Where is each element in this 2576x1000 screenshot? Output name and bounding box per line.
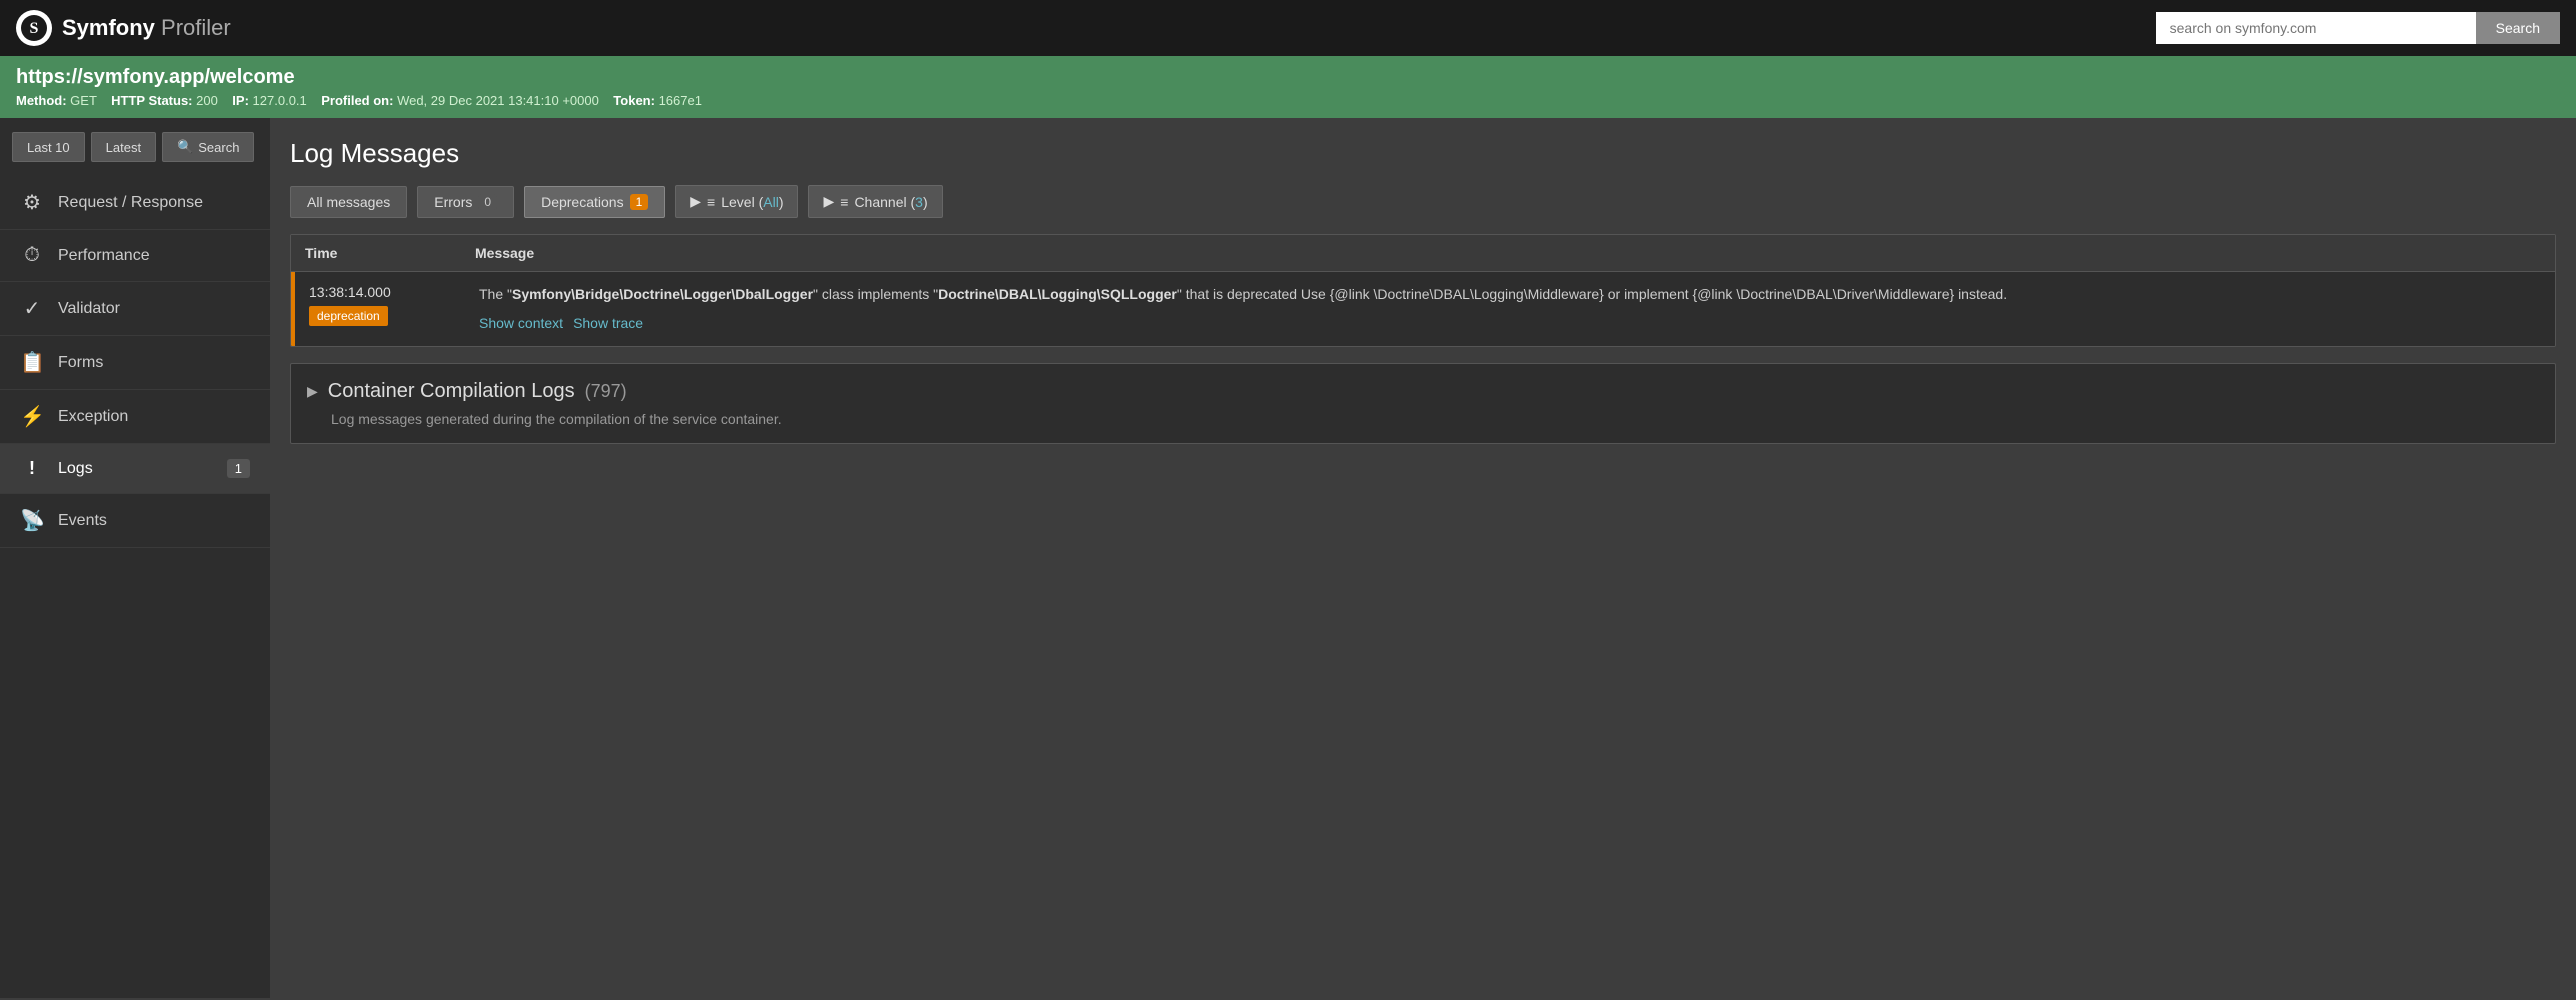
last10-button[interactable]: Last 10 — [12, 132, 85, 162]
header-left: S Symfony Profiler — [16, 10, 231, 46]
token-label: Token: — [613, 93, 655, 108]
equals-icon: ≡ — [707, 194, 715, 210]
col-message-header: Message — [475, 245, 2541, 261]
sidebar-item-label: Forms — [58, 354, 250, 372]
sidebar-nav: ⚙ Request / Response ⏱ Performance ✓ Val… — [0, 176, 270, 548]
body-layout: Last 10 Latest 🔍 Search ⚙ Request / Resp… — [0, 118, 2576, 998]
level-label: Level (All) — [721, 194, 783, 210]
sidebar-item-label: Performance — [58, 247, 250, 265]
page-title: Log Messages — [290, 138, 2556, 169]
deprecations-label: Deprecations — [541, 194, 624, 210]
gear-icon: ⚙ — [20, 190, 44, 215]
errors-count: 0 — [478, 194, 497, 210]
channel-dropdown[interactable]: ▶ ≡ Channel (3) — [808, 185, 942, 218]
sidebar-item-label: Exception — [58, 408, 250, 426]
filter-bar: All messages Errors 0 Deprecations 1 ▶ ≡… — [290, 185, 2556, 218]
log-table: Time Message 13:38:14.000 deprecation Th… — [290, 234, 2556, 347]
channel-value: 3 — [915, 194, 923, 210]
request-meta: Method: GET HTTP Status: 200 IP: 127.0.0… — [16, 93, 2560, 108]
deprecations-button[interactable]: Deprecations 1 — [524, 186, 665, 218]
search-button-sidebar[interactable]: 🔍 Search — [162, 132, 254, 162]
header: S Symfony Profiler Search — [0, 0, 2576, 56]
level-dropdown[interactable]: ▶ ≡ Level (All) — [675, 185, 798, 218]
triangle-icon-2: ▶ — [823, 193, 834, 210]
sidebar-item-label: Events — [58, 512, 250, 530]
sidebar-top-buttons: Last 10 Latest 🔍 Search — [0, 118, 270, 176]
log-message-links: Show context Show trace — [479, 313, 2541, 334]
exception-icon: ⚡ — [20, 404, 44, 429]
deprecations-count: 1 — [630, 194, 649, 210]
sidebar-item-events[interactable]: 📡 Events — [0, 494, 270, 548]
equals-icon-2: ≡ — [840, 194, 848, 210]
sidebar-item-label: Request / Response — [58, 194, 250, 212]
sidebar: Last 10 Latest 🔍 Search ⚙ Request / Resp… — [0, 118, 270, 998]
logs-badge: 1 — [227, 459, 250, 478]
events-icon: 📡 — [20, 508, 44, 533]
errors-label: Errors — [434, 194, 472, 210]
sidebar-item-request-response[interactable]: ⚙ Request / Response — [0, 176, 270, 230]
log-table-header: Time Message — [291, 235, 2555, 272]
log-message-text: The "Symfony\Bridge\Doctrine\Logger\Dbal… — [479, 284, 2541, 305]
sidebar-item-label: Logs — [58, 460, 213, 478]
search-input[interactable] — [2156, 12, 2476, 44]
request-url: https://symfony.app/welcome — [16, 66, 2560, 89]
compilation-section: ▶ Container Compilation Logs (797) Log m… — [290, 363, 2556, 444]
symfony-logo-icon: S — [16, 10, 52, 46]
log-time-value: 13:38:14.000 — [309, 284, 451, 300]
profiled-label: Profiled on: — [321, 93, 393, 108]
search-label: Search — [198, 140, 239, 155]
svg-text:S: S — [30, 20, 39, 37]
sidebar-item-logs[interactable]: ! Logs 1 — [0, 444, 270, 494]
clock-icon: ⏱ — [20, 244, 44, 267]
compilation-description: Log messages generated during the compil… — [331, 411, 2539, 427]
show-trace-link[interactable]: Show trace — [573, 313, 643, 334]
main-content: Log Messages All messages Errors 0 Depre… — [270, 118, 2576, 998]
channel-label: Channel (3) — [854, 194, 927, 210]
sidebar-item-validator[interactable]: ✓ Validator — [0, 282, 270, 336]
sidebar-item-forms[interactable]: 📋 Forms — [0, 336, 270, 390]
latest-button[interactable]: Latest — [91, 132, 156, 162]
url-bar: https://symfony.app/welcome Method: GET … — [0, 56, 2576, 118]
header-search: Search — [2156, 12, 2560, 44]
compilation-count: (797) — [585, 381, 627, 402]
method-label: Method: — [16, 93, 67, 108]
token-value: 1667e1 — [659, 93, 702, 108]
level-value: All — [763, 194, 779, 210]
search-button[interactable]: Search — [2476, 12, 2560, 44]
compilation-header: ▶ Container Compilation Logs (797) — [307, 380, 2539, 403]
class-name-2: Doctrine\DBAL\Logging\SQLLogger — [938, 286, 1177, 302]
status-label: HTTP Status: — [111, 93, 192, 108]
forms-icon: 📋 — [20, 350, 44, 375]
deprecation-badge: deprecation — [309, 306, 388, 326]
logs-icon: ! — [20, 458, 44, 479]
collapse-icon[interactable]: ▶ — [307, 383, 318, 400]
ip-value: 127.0.0.1 — [253, 93, 307, 108]
sidebar-item-exception[interactable]: ⚡ Exception — [0, 390, 270, 444]
check-icon: ✓ — [20, 296, 44, 321]
sidebar-item-performance[interactable]: ⏱ Performance — [0, 230, 270, 282]
col-time-header: Time — [305, 245, 475, 261]
log-message-cell: The "Symfony\Bridge\Doctrine\Logger\Dbal… — [465, 272, 2555, 346]
profiled-value: Wed, 29 Dec 2021 13:41:10 +0000 — [397, 93, 599, 108]
sidebar-item-label: Validator — [58, 300, 250, 318]
method-value: GET — [70, 93, 97, 108]
search-icon: 🔍 — [177, 139, 193, 155]
header-title: Symfony Profiler — [62, 15, 231, 41]
log-time-cell: 13:38:14.000 deprecation — [295, 272, 465, 346]
ip-label: IP: — [232, 93, 249, 108]
compilation-title: Container Compilation Logs — [328, 380, 575, 403]
status-value: 200 — [196, 93, 218, 108]
errors-button[interactable]: Errors 0 — [417, 186, 514, 218]
class-name-1: Symfony\Bridge\Doctrine\Logger\DbalLogge… — [512, 286, 813, 302]
all-messages-button[interactable]: All messages — [290, 186, 407, 218]
table-row: 13:38:14.000 deprecation The "Symfony\Br… — [291, 272, 2555, 346]
triangle-icon: ▶ — [690, 193, 701, 210]
show-context-link[interactable]: Show context — [479, 313, 563, 334]
